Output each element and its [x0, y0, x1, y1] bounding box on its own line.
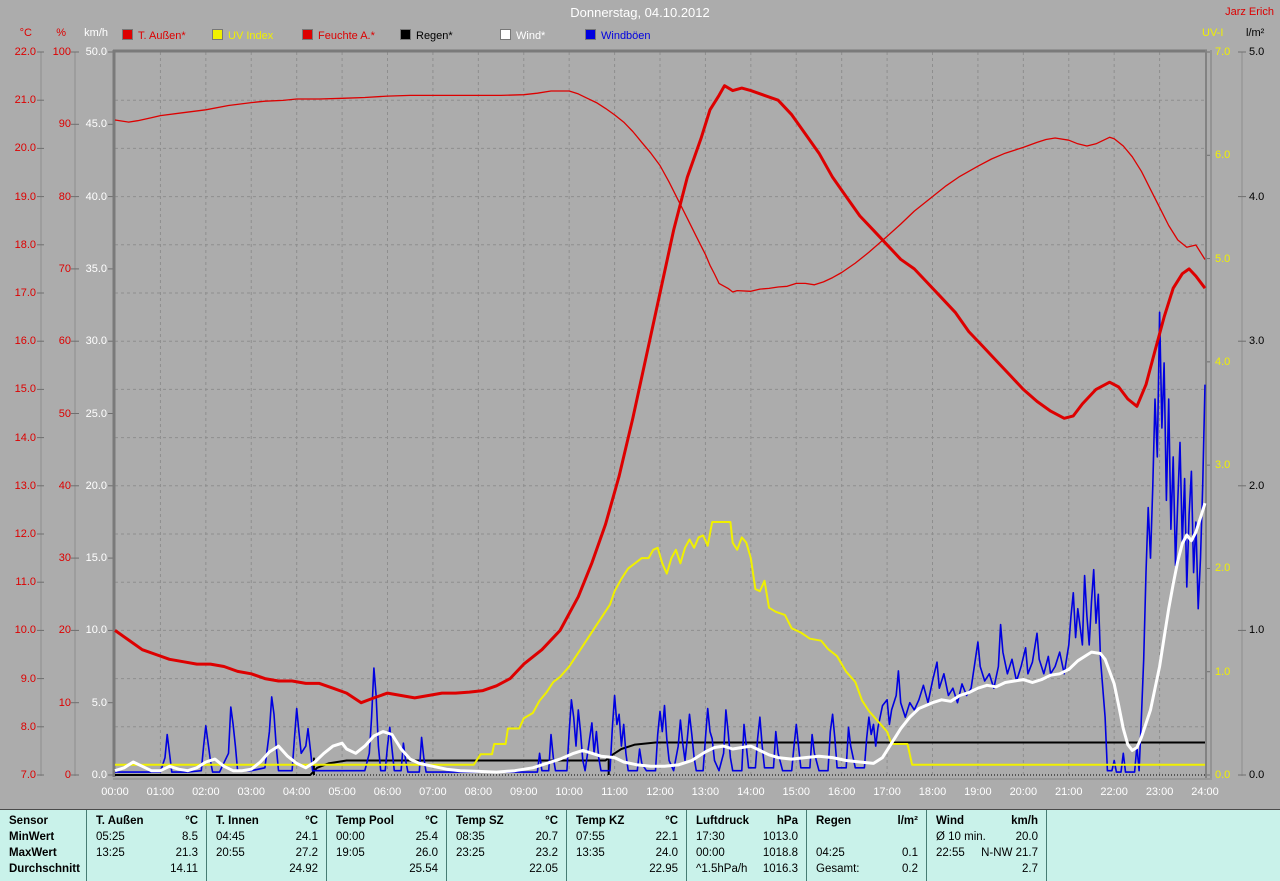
table-row-labels: Sensor MinWert MaxWert Durchschnitt — [0, 810, 87, 881]
x-tick-label: 09:00 — [509, 786, 538, 798]
x-tick-label: 21:00 — [1054, 786, 1083, 798]
table-cell — [807, 829, 926, 845]
table-cell: 00:00 1018.8 — [696, 847, 798, 859]
x-tick-label: 24:00 — [1191, 786, 1219, 798]
x-tick-label: 05:00 — [328, 786, 356, 798]
table-column-t-au-en: T. Außen °C 05:25 8.5 13:25 21.3 14.11 — [87, 810, 207, 881]
table-cell: ^1.5hPa/h 1016.3 — [696, 863, 798, 875]
column-header: Luftdruck hPa — [696, 815, 798, 827]
table-column-regen: Regen l/m² 04:25 0.1 Gesamt: 0.2 — [807, 810, 927, 881]
x-tick-label: 00:00 — [101, 786, 129, 798]
x-tick-label: 12:00 — [646, 786, 674, 798]
table-cell: 08:35 20.7 — [456, 831, 558, 843]
column-header: Temp SZ °C — [456, 815, 558, 827]
x-tick-label: 02:00 — [192, 786, 220, 798]
chart-canvas: 22.0 21.0 20.0 19.0 18.0 17.0 16.0 15.0 14.0 13.0… — [0, 0, 1280, 808]
table-cell: Gesamt: 0.2 — [816, 863, 918, 875]
column-header: Wind km/h — [936, 815, 1038, 827]
column-header: T. Innen °C — [216, 815, 318, 827]
table-cell: 22.05 — [529, 863, 558, 875]
series-windb-en — [115, 311, 1206, 773]
x-tick-label: 20:00 — [1009, 786, 1038, 798]
table-cell: 00:00 25.4 — [336, 831, 438, 843]
weather-station-window: Donnerstag, 04.10.2012 Jarz Erich T. Auß… — [0, 0, 1280, 881]
table-cell: 17:30 1013.0 — [696, 831, 798, 843]
table-cell: 22.95 — [649, 863, 678, 875]
x-tick-label: 11:00 — [601, 786, 628, 798]
table-column-wind: Wind km/h Ø 10 min. 20.0 22:55 N-NW 21.7 2.7 — [927, 810, 1047, 881]
table-column-temp-pool: Temp Pool °C 00:00 25.4 19:05 26.0 25.54 — [327, 810, 447, 881]
x-tick-label: 08:00 — [464, 786, 493, 798]
column-header: T. Außen °C — [96, 815, 198, 827]
table-cell: 13:35 24.0 — [576, 847, 678, 859]
x-tick-label: 06:00 — [373, 786, 402, 798]
row-label: Durchschnitt — [9, 863, 80, 875]
table-cell: 19:05 26.0 — [336, 847, 438, 859]
table-column-temp-kz: Temp KZ °C 07:55 22.1 13:35 24.0 22.95 — [567, 810, 687, 881]
table-cell: 04:45 24.1 — [216, 831, 318, 843]
x-tick-label: 22:00 — [1100, 786, 1128, 798]
x-tick-label: 18:00 — [918, 786, 947, 798]
table-column-temp-sz: Temp SZ °C 08:35 20.7 23:25 23.2 22.05 — [447, 810, 567, 881]
table-cell: 04:25 0.1 — [816, 847, 918, 859]
table-column-t-innen: T. Innen °C 04:45 24.1 20:55 27.2 24.92 — [207, 810, 327, 881]
column-header: Temp KZ °C — [576, 815, 678, 827]
table-column-luftdruck: Luftdruck hPa 17:30 1013.0 00:00 1018.8 ^1.5hP… — [687, 810, 807, 881]
x-tick-label: 23:00 — [1145, 786, 1174, 798]
table-cell: Ø 10 min. 20.0 — [936, 831, 1038, 843]
chart-svg — [37, 49, 1246, 780]
series-uv-index — [115, 521, 1205, 766]
table-cell: 14.11 — [170, 863, 198, 875]
x-tick-label: 15:00 — [782, 786, 811, 798]
row-label: MaxWert — [9, 847, 57, 859]
table-cell: 20:55 27.2 — [216, 847, 318, 859]
table-cell: 22:55 N-NW 21.7 — [936, 847, 1038, 859]
x-tick-label: 01:00 — [146, 786, 175, 798]
x-tick-label: 07:00 — [419, 786, 447, 798]
x-tick-label: 19:00 — [964, 786, 992, 798]
table-cell: 13:25 21.3 — [96, 847, 198, 859]
row-label: Sensor — [9, 815, 48, 827]
table-cell: 2.7 — [1022, 863, 1038, 875]
table-cell: 25.54 — [409, 863, 438, 875]
column-header: Temp Pool °C — [336, 815, 438, 827]
x-tick-label: 10:00 — [555, 786, 583, 798]
column-header: Regen l/m² — [816, 815, 918, 827]
x-tick-label: 03:00 — [237, 786, 266, 798]
table-cell: 24.92 — [289, 863, 318, 875]
table-cell: 05:25 8.5 — [96, 831, 198, 843]
table-cell: 23:25 23.2 — [456, 847, 558, 859]
x-tick-label: 04:00 — [282, 786, 311, 798]
stats-table: Sensor MinWert MaxWert Durchschnitt T. Außen… — [0, 809, 1280, 881]
x-tick-label: 13:00 — [691, 786, 720, 798]
row-label: MinWert — [9, 831, 55, 843]
x-tick-label: 16:00 — [827, 786, 856, 798]
table-cell: 07:55 22.1 — [576, 831, 678, 843]
x-tick-label: 17:00 — [873, 786, 901, 798]
x-tick-label: 14:00 — [737, 786, 765, 798]
